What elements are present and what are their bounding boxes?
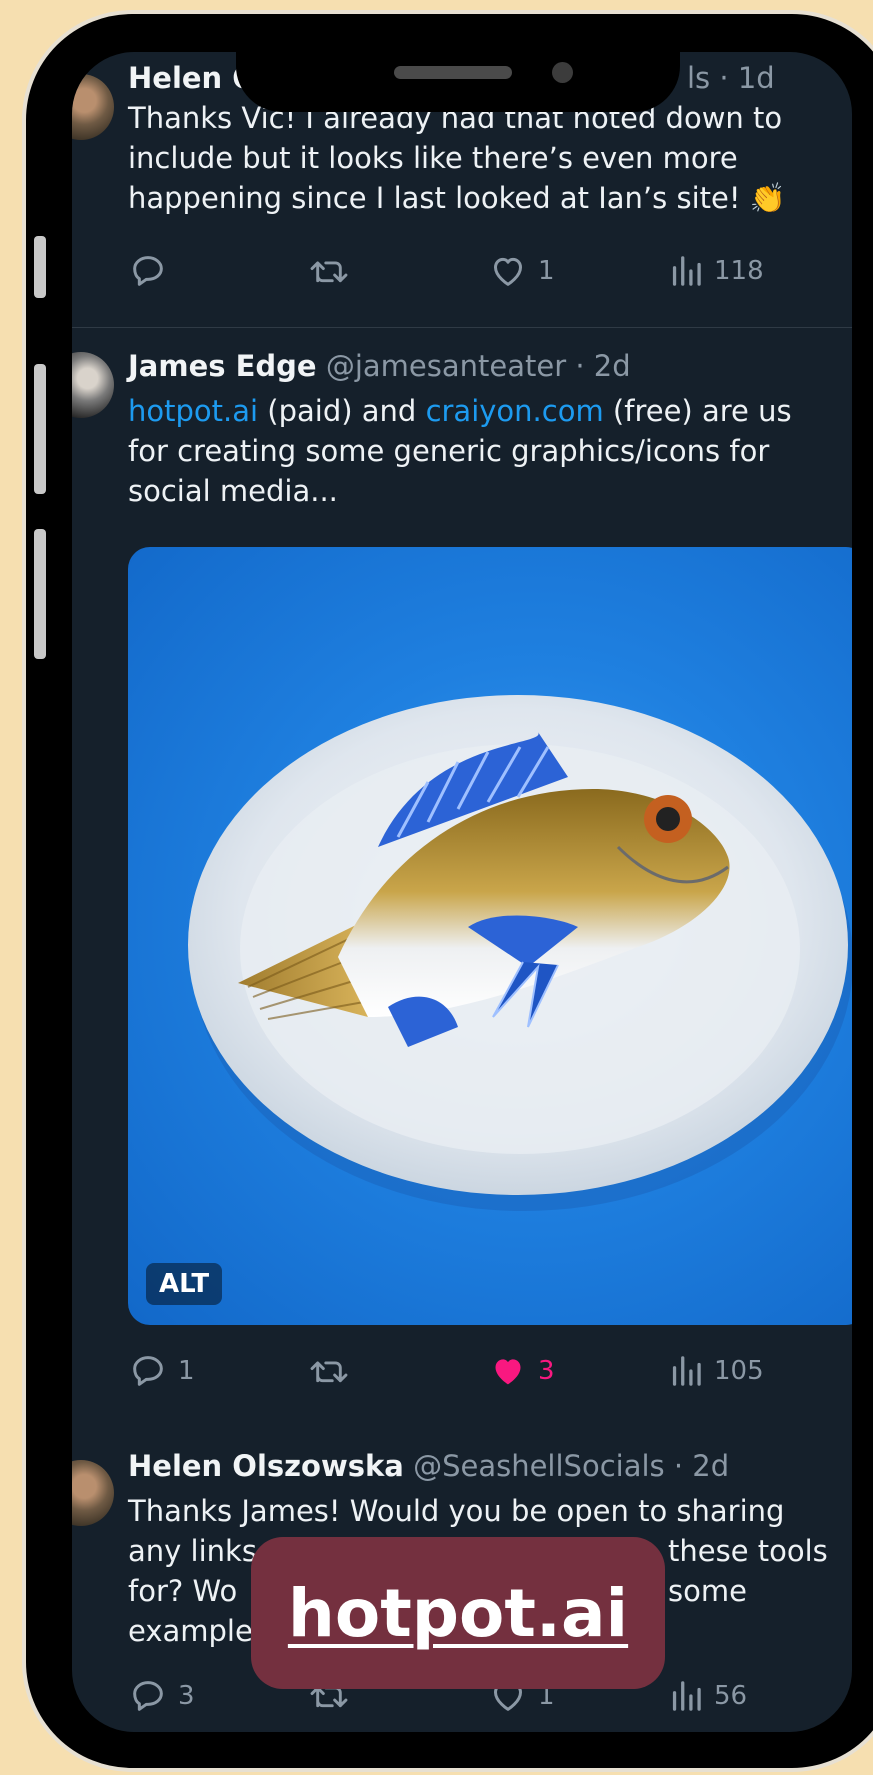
views-chart-icon — [672, 1681, 701, 1711]
like-button[interactable]: 1 — [488, 251, 555, 291]
like-count: 3 — [538, 1356, 555, 1386]
tweet-text-line: Thanks James! Would you be open to shari… — [128, 1494, 785, 1528]
like-button[interactable]: 3 — [488, 1351, 555, 1391]
alt-text-badge[interactable]: ALT — [146, 1263, 223, 1305]
views-count: 56 — [714, 1681, 748, 1711]
volume-down-button — [34, 529, 46, 659]
craiyon-link[interactable]: craiyon.com — [426, 394, 604, 428]
mute-switch — [34, 236, 46, 298]
author-name[interactable]: James Edge — [128, 349, 317, 383]
tweet-meta: @jamesanteater · 2d — [325, 349, 631, 383]
text-segment: (free) are us — [603, 394, 792, 428]
views-count: 105 — [714, 1356, 764, 1386]
views-button[interactable]: 105 — [668, 1351, 764, 1391]
text-segment: any links — [128, 1534, 257, 1568]
reply-button[interactable]: 3 — [128, 1676, 195, 1716]
heart-icon — [494, 257, 522, 286]
text-segment: for? Wo — [128, 1574, 238, 1608]
retweet-button[interactable] — [308, 251, 350, 291]
tweet-text-line: hotpot.ai (paid) and craiyon.com (free) … — [128, 391, 852, 431]
retweet-icon — [310, 1361, 348, 1383]
tweet-text: Thanks Vic! I already had that noted dow… — [128, 98, 852, 218]
tweet-text-line: happening since I last looked at Ian’s s… — [128, 181, 786, 215]
reply-count: 1 — [178, 1356, 195, 1386]
speaker-grille — [394, 66, 512, 79]
reply-count: 3 — [178, 1681, 195, 1711]
tweet-text-line: social media... — [128, 474, 338, 508]
hotpot-link[interactable]: hotpot.ai — [128, 394, 258, 428]
volume-up-button — [34, 364, 46, 494]
views-chart-icon — [672, 1356, 701, 1386]
text-segment: these tools — [668, 1534, 828, 1568]
reply-icon — [133, 1356, 163, 1386]
tweet-meta: @SeashellSocials · 2d — [413, 1449, 730, 1483]
avatar[interactable] — [72, 74, 114, 140]
tweet-text: hotpot.ai (paid) and craiyon.com (free) … — [128, 391, 852, 511]
reply-icon — [133, 256, 163, 286]
author-name[interactable]: Helen Olszowska — [128, 1449, 404, 1483]
reply-icon — [133, 1681, 163, 1711]
tweet-text-line: include but it looks like there’s even m… — [128, 141, 738, 175]
tweet-header: Helen Olszowska @SeashellSocials · 2d — [128, 1448, 852, 1484]
tweet-image-fish-on-plate[interactable]: ALT — [128, 547, 852, 1325]
heart-filled-icon — [495, 1359, 521, 1385]
tweet-meta: ls · 1d — [687, 61, 775, 95]
views-count: 118 — [714, 256, 764, 286]
tweet-header: James Edge @jamesanteater · 2d — [128, 348, 852, 384]
tweet-actions: 1 3 105 — [128, 1351, 768, 1391]
text-segment: some — [668, 1574, 747, 1608]
tweet-text-line: for creating some generic graphics/icons… — [128, 434, 770, 468]
text-segment: (paid) and — [258, 394, 426, 428]
views-button[interactable]: 118 — [668, 251, 764, 291]
banner-label: hotpot.ai — [287, 1574, 629, 1652]
like-count: 1 — [538, 256, 555, 286]
views-chart-icon — [672, 256, 701, 286]
avatar[interactable] — [72, 352, 114, 418]
front-camera — [552, 62, 573, 83]
views-button[interactable]: 56 — [668, 1676, 747, 1716]
hotpot-ai-banner: hotpot.ai — [251, 1537, 665, 1689]
retweet-icon — [310, 261, 348, 283]
timeline-screen: Helen O ls · 1d Thanks Vic! I already ha… — [72, 52, 852, 1732]
fish-plate-illustration — [188, 695, 852, 1211]
reply-button[interactable] — [128, 251, 168, 291]
phone-notch — [236, 52, 680, 112]
reply-button[interactable]: 1 — [128, 1351, 195, 1391]
tweet-actions: 1 118 — [128, 251, 768, 291]
retweet-button[interactable] — [308, 1351, 350, 1391]
avatar[interactable] — [72, 1460, 114, 1526]
